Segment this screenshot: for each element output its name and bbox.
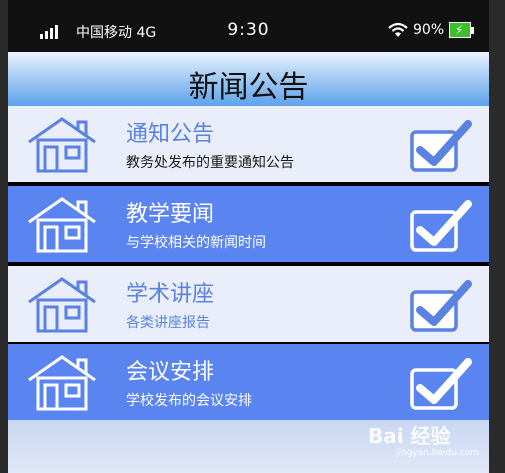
phone-screen: 中国移动 4G 9:30 90% ⚡ 新闻公告 通知公告 教务处发布的重要通知公… — [8, 0, 489, 473]
status-bar: 中国移动 4G 9:30 90% ⚡ — [8, 0, 489, 52]
item-description: 各类讲座报告 — [126, 315, 210, 331]
wifi-icon — [388, 22, 408, 37]
checkbox-checked-icon[interactable] — [408, 114, 472, 174]
list-item-teaching-news[interactable]: 教学要闻 与学校相关的新闻时间 — [8, 186, 489, 262]
title-bar: 新闻公告 — [8, 52, 489, 107]
item-label: 教学要闻 — [126, 202, 215, 227]
watermark-url: jingyan.baidu.com — [396, 448, 480, 458]
watermark: Bai 经验 jingyan.baidu.com — [368, 420, 488, 470]
item-description: 教务处发布的重要通知公告 — [126, 155, 294, 171]
house-icon — [28, 277, 96, 333]
page-title: 新闻公告 — [188, 70, 309, 105]
item-description: 学校发布的会议安排 — [126, 393, 252, 409]
battery-percent: 90% — [413, 22, 445, 38]
house-icon — [28, 117, 96, 173]
list-item-lectures[interactable]: 学术讲座 各类讲座报告 — [8, 266, 489, 342]
battery-icon: ⚡ — [449, 22, 474, 38]
watermark-logo: Bai 经验 — [368, 424, 451, 448]
list-item-notices[interactable]: 通知公告 教务处发布的重要通知公告 — [8, 106, 489, 182]
item-description: 与学校相关的新闻时间 — [126, 235, 266, 251]
checkbox-checked-icon[interactable] — [408, 352, 472, 412]
list-item-meetings[interactable]: 会议安排 学校发布的会议安排 — [8, 344, 489, 420]
checkbox-checked-icon[interactable] — [408, 194, 472, 254]
item-label: 通知公告 — [126, 122, 215, 147]
checkbox-checked-icon[interactable] — [408, 274, 472, 334]
house-icon — [28, 197, 96, 253]
item-label: 学术讲座 — [126, 282, 215, 307]
house-icon — [28, 355, 96, 411]
item-label: 会议安排 — [126, 360, 215, 385]
